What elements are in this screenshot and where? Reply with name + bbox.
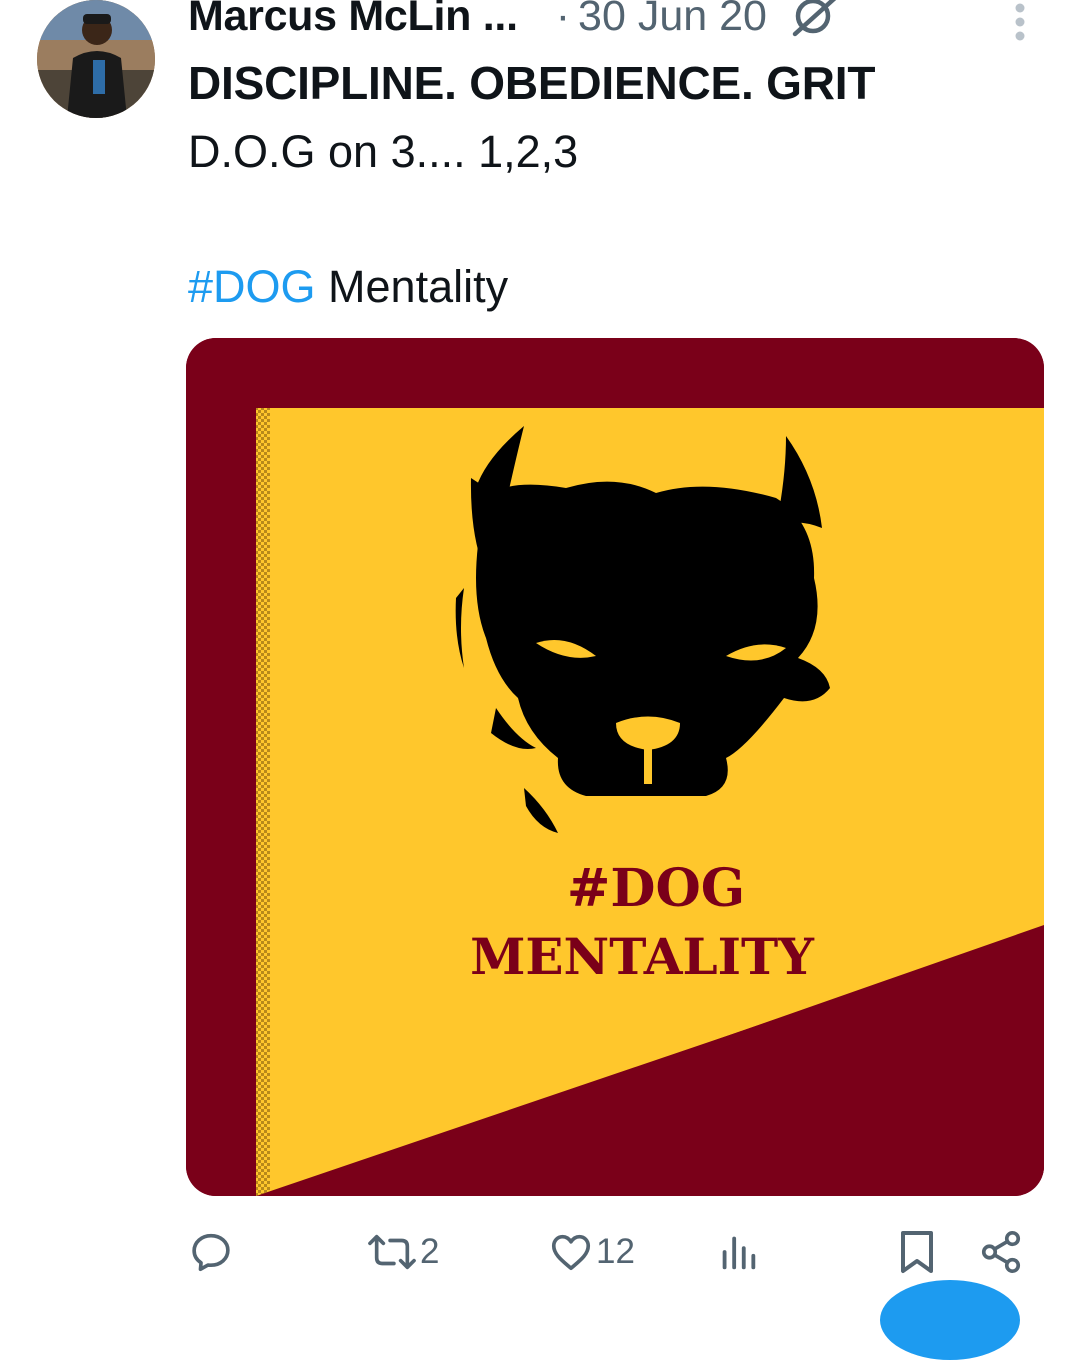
tweet-hashtag-line: #DOG Mentality xyxy=(188,261,508,313)
tweet-media-image[interactable]: #DOG MENTALITY xyxy=(186,338,1044,1196)
share-icon xyxy=(981,1231,1021,1273)
hashtag-link[interactable]: #DOG xyxy=(188,261,316,312)
graphic-text-hashtag: #DOG xyxy=(567,858,745,919)
views-icon xyxy=(722,1236,756,1270)
repost-icon xyxy=(368,1234,416,1270)
avatar-photo xyxy=(37,0,155,118)
post-date[interactable]: 30 Jun 20 xyxy=(578,0,767,41)
like-button[interactable]: 12 xyxy=(548,1226,635,1278)
heart-icon xyxy=(551,1234,591,1271)
share-button[interactable] xyxy=(978,1226,1024,1278)
avatar[interactable] xyxy=(37,0,155,118)
bookmark-button[interactable] xyxy=(896,1226,938,1278)
graphic-text-mentality: MENTALITY xyxy=(470,927,815,986)
views-button[interactable] xyxy=(718,1226,760,1278)
reply-button[interactable] xyxy=(188,1226,236,1278)
repost-count: 2 xyxy=(420,1232,440,1271)
hashtag-suffix: Mentality xyxy=(328,261,509,312)
tweet-header: Marcus McLin ... · 30 Jun 20 xyxy=(188,0,839,46)
tweet-headline: DISCIPLINE. OBEDIENCE. GRIT xyxy=(188,57,876,109)
compose-fab-button[interactable] xyxy=(880,1280,1020,1360)
reply-icon xyxy=(192,1233,230,1272)
bookmark-icon xyxy=(901,1231,933,1273)
edited-icon[interactable] xyxy=(791,0,839,38)
dog-mentality-graphic: #DOG MENTALITY xyxy=(186,338,1044,1196)
tweet-body-line: D.O.G on 3.... 1,2,3 xyxy=(188,126,579,177)
author-name[interactable]: Marcus McLin ... xyxy=(188,0,518,41)
repost-button[interactable]: 2 xyxy=(366,1226,439,1278)
header-separator: · xyxy=(555,0,571,40)
like-count: 12 xyxy=(596,1232,635,1271)
more-icon[interactable] xyxy=(1006,2,1034,46)
